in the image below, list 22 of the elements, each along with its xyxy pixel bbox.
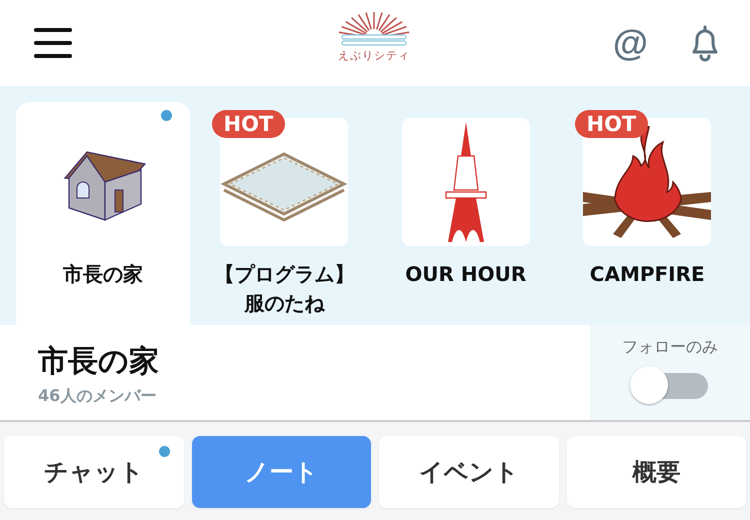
channel-name: CAMPFIRE — [590, 261, 705, 288]
channel-item[interactable]: HOT CAMPFIRE — [560, 102, 734, 325]
channel-title: 市長の家 — [38, 343, 160, 381]
hot-badge: HOT — [212, 110, 286, 138]
channel-name: OUR HOUR — [405, 261, 526, 288]
unread-dot — [158, 446, 170, 457]
channel-item[interactable]: HOT 【プログラム】 服のたね — [198, 102, 371, 325]
channel-name: 市長の家 — [62, 261, 143, 288]
channel-name: 服のたね — [244, 290, 324, 317]
tab[interactable]: チャット — [4, 436, 184, 508]
unread-dot — [160, 110, 172, 121]
tab[interactable]: 概要 — [566, 436, 746, 508]
tab[interactable]: イベント — [379, 436, 558, 508]
channel-item[interactable]: 市長の家 — [16, 102, 190, 325]
member-count: 46人のメンバー — [38, 386, 158, 407]
follow-only-label: フォローのみ — [622, 337, 718, 358]
mention-button[interactable]: @ — [612, 25, 648, 61]
channel-name: 【プログラム】 — [214, 261, 354, 288]
channel-item[interactable]: OUR HOUR — [379, 102, 552, 325]
logo: えぶりシティ — [336, 10, 412, 63]
menu-icon[interactable] — [34, 28, 72, 58]
hot-badge: HOT — [574, 110, 648, 138]
